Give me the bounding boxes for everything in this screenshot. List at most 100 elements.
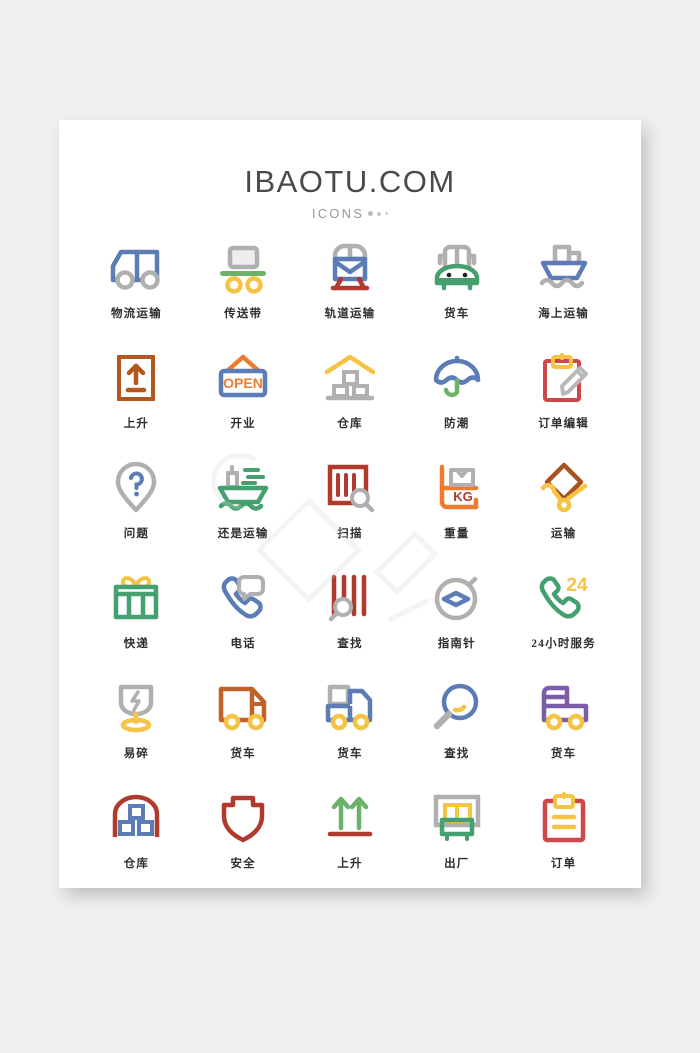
page-subtitle: ICONS (311, 206, 365, 222)
icon-label: 重量 (444, 528, 470, 541)
barn-storage-icon[interactable] (104, 787, 168, 849)
icon-cell[interactable]: 订单编辑 (510, 347, 617, 457)
icon-label: 查找 (337, 638, 363, 651)
compass-icon[interactable] (425, 567, 489, 629)
icon-grid: 物流运输 传送带 轨道运输 货车 海上运输 上升 OPEN 开业 仓库 防潮 订… (59, 237, 641, 897)
arrows-up-icon[interactable] (318, 787, 382, 849)
icon-cell[interactable]: KG 重量 (403, 457, 510, 567)
icon-cell[interactable]: 上升 (297, 787, 404, 897)
icon-cell[interactable]: 货车 (190, 677, 297, 787)
magnifier-icon[interactable] (425, 677, 489, 739)
icon-cell[interactable]: 运输 (510, 457, 617, 567)
page-title: IBAOTU.COM (244, 164, 456, 199)
icon-cell[interactable]: 指南针 (403, 567, 510, 677)
delivery-truck-icon[interactable] (318, 677, 382, 739)
order-clipboard-icon[interactable] (532, 787, 596, 849)
subtitle-row: ICONS (59, 206, 641, 221)
icon-label: 安全 (230, 858, 256, 871)
icon-cell[interactable]: 货车 (510, 677, 617, 787)
icon-cell[interactable]: 查找 (297, 567, 404, 677)
conveyor-belt-icon[interactable] (211, 237, 275, 299)
icon-label: 出厂 (444, 858, 470, 871)
icon-cell[interactable]: 扫描 (297, 457, 404, 567)
icon-cell[interactable]: 传送带 (190, 237, 297, 347)
dot-icon (377, 211, 382, 216)
icon-label: 海上运输 (538, 308, 589, 321)
icon-label: 仓库 (123, 858, 150, 871)
icon-label: 查找 (444, 748, 470, 761)
this-way-up-icon[interactable] (104, 347, 168, 409)
open-sign-text: OPEN (223, 375, 263, 391)
handcart-transport-icon[interactable] (532, 457, 596, 519)
icon-cell[interactable]: 海上运输 (510, 237, 617, 347)
icon-label: 防潮 (444, 418, 470, 431)
header: IBAOTU.COM ICONS (59, 120, 641, 221)
icon-label: 仓库 (337, 418, 363, 431)
icon-cell[interactable]: 货车 (297, 677, 404, 787)
icon-cell[interactable]: 快递 (83, 567, 190, 677)
icon-label: 快递 (123, 638, 150, 651)
barcode-scan-icon[interactable] (318, 457, 382, 519)
keep-dry-umbrella-icon[interactable] (425, 347, 489, 409)
icon-label: 还是运输 (217, 528, 269, 541)
flatbed-truck-icon[interactable] (532, 677, 596, 739)
icon-label: 易碎 (123, 748, 150, 761)
icon-label: 轨道运输 (324, 308, 376, 321)
icon-cell[interactable]: 电话 (190, 567, 297, 677)
icon-cell[interactable]: 24 24小时服务 (510, 567, 617, 677)
icon-label: 订单 (550, 858, 577, 871)
factory-output-icon[interactable] (425, 787, 489, 849)
icon-label: 上升 (337, 858, 363, 871)
open-sign-icon[interactable]: OPEN (211, 347, 275, 409)
icon-cell[interactable]: OPEN 开业 (190, 347, 297, 457)
logistics-truck-icon[interactable] (104, 237, 168, 299)
icon-cell[interactable]: 还是运输 (190, 457, 297, 567)
icon-label: 货车 (444, 308, 470, 321)
dot-icon (368, 211, 374, 217)
warehouse-icon[interactable] (318, 347, 382, 409)
icon-cell[interactable]: 防潮 (403, 347, 510, 457)
rail-transport-icon[interactable] (318, 237, 382, 299)
box-truck-icon[interactable] (211, 677, 275, 739)
gift-parcel-icon[interactable] (104, 567, 168, 629)
phone-support-icon[interactable] (211, 567, 275, 629)
fragile-icon[interactable] (104, 677, 168, 739)
dot-icon (385, 212, 389, 216)
icon-label: 开业 (230, 418, 256, 431)
icon-cell[interactable]: 安全 (190, 787, 297, 897)
icon-label: 上升 (123, 418, 150, 431)
question-pin-icon[interactable] (104, 457, 168, 519)
icon-cell[interactable]: 货车 (403, 237, 510, 347)
icon-label: 指南针 (437, 638, 476, 651)
cargo-ship-icon[interactable] (211, 457, 275, 519)
icon-sheet-card: IBAOTU.COM ICONS 物流运输 传送带 轨道运输 货车 海上运输 上… (59, 120, 641, 888)
truck-front-icon[interactable] (425, 237, 489, 299)
icon-label: 运输 (550, 528, 577, 541)
icon-label: 货车 (550, 748, 577, 761)
icon-cell[interactable]: 查找 (403, 677, 510, 787)
icon-label: 24小时服务 (531, 638, 596, 651)
24h-service-icon[interactable]: 24 (532, 567, 596, 629)
icon-cell[interactable]: 出厂 (403, 787, 510, 897)
sea-transport-ship-icon[interactable] (532, 237, 596, 299)
icon-cell[interactable]: 问题 (83, 457, 190, 567)
safety-shield-icon[interactable] (211, 787, 275, 849)
icon-cell[interactable]: 物流运输 (83, 237, 190, 347)
icon-cell[interactable]: 仓库 (83, 787, 190, 897)
icon-cell[interactable]: 订单 (510, 787, 617, 897)
icon-cell[interactable]: 上升 (83, 347, 190, 457)
icon-cell[interactable]: 轨道运输 (297, 237, 404, 347)
icon-label: 问题 (123, 528, 150, 541)
icon-label: 订单编辑 (538, 418, 589, 431)
barcode-search-icon[interactable] (318, 567, 382, 629)
service-hours-text: 24 (566, 575, 588, 596)
icon-cell[interactable]: 仓库 (297, 347, 404, 457)
icon-label: 电话 (230, 638, 256, 651)
weight-scale-icon[interactable]: KG (425, 457, 489, 519)
order-edit-icon[interactable] (532, 347, 596, 409)
icon-label: 货车 (337, 748, 363, 761)
icon-label: 货车 (230, 748, 256, 761)
weight-unit-text: KG (453, 489, 473, 504)
icon-label: 扫描 (337, 528, 363, 541)
icon-cell[interactable]: 易碎 (83, 677, 190, 787)
